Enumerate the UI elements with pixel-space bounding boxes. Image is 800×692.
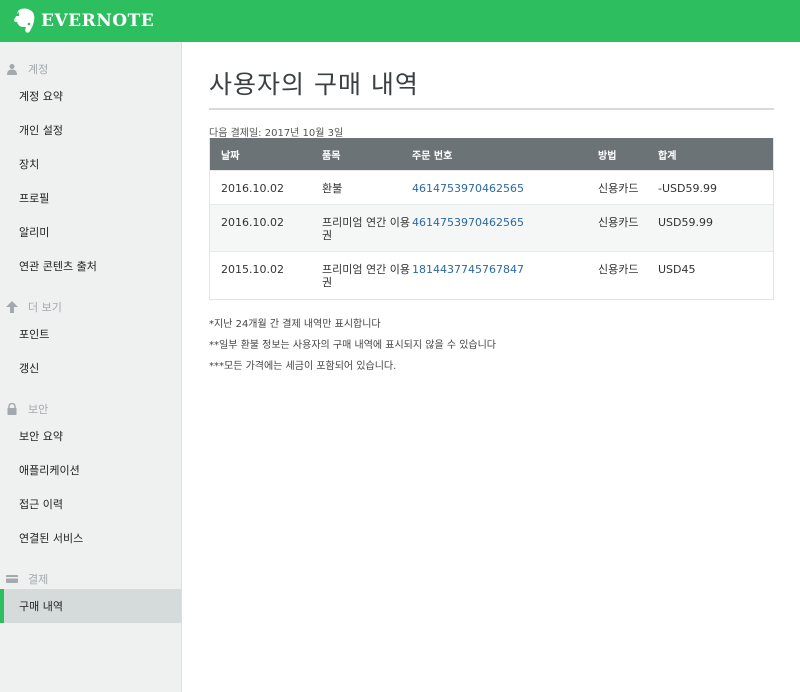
footnote: *지난 24개월 간 결제 내역만 표시합니다 <box>209 319 381 330</box>
cell-item: 프리미엄 연간 이용권 <box>322 263 410 289</box>
cell-order-number: 4614753970462565 <box>412 205 598 251</box>
footnotes: *지난 24개월 간 결제 내역만 표시합니다 **일부 환불 정보는 사용자의… <box>209 315 774 378</box>
cell-method: 신용카드 <box>598 263 639 276</box>
column-header-item: 품목 <box>322 150 341 162</box>
table-row: 2016.10.02 환불 4614753970462565 신용카드 -USD… <box>210 170 773 204</box>
cell-order-number: 1814437745767847 <box>412 252 598 299</box>
footnote: **일부 환불 정보는 사용자의 구매 내역에 표시되지 않을 수 있습니다 <box>209 340 497 351</box>
sidebar-item-personal-settings[interactable]: 개인 설정 <box>0 113 181 147</box>
page-title: 사용자의 구매 내역 <box>209 70 419 99</box>
sidebar-item-access-history[interactable]: 접근 이력 <box>0 487 181 521</box>
sidebar-item-renew[interactable]: 갱신 <box>0 351 181 385</box>
cell-total: USD59.99 <box>658 216 713 229</box>
cell-date: 2016.10.02 <box>221 216 284 229</box>
sidebar-item-purchase-history[interactable]: 구매 내역 <box>0 589 181 623</box>
purchase-table: 날짜 품목 주문 번호 방법 합계 2016.10.02 환불 46147539… <box>209 138 774 300</box>
cell-item: 환불 <box>322 182 343 195</box>
sidebar-section-security: 보안 <box>0 399 181 419</box>
sidebar-section-title: 보안 <box>28 403 49 416</box>
title-divider <box>209 108 774 110</box>
footnote: ***모든 가격에는 세금이 포함되어 있습니다. <box>209 361 397 372</box>
sidebar-section-account: 계정 <box>0 59 181 79</box>
sidebar-item-devices[interactable]: 장치 <box>0 147 181 181</box>
cell-date: 2016.10.02 <box>221 182 284 195</box>
cell-order-number: 4614753970462565 <box>412 171 598 204</box>
sidebar-item-security-summary[interactable]: 보안 요약 <box>0 419 181 453</box>
order-number-link[interactable]: 4614753970462565 <box>412 182 524 195</box>
column-header-date: 날짜 <box>221 150 240 162</box>
cell-total: -USD59.99 <box>658 182 717 195</box>
cell-method: 신용카드 <box>598 216 639 229</box>
elephant-logo-icon[interactable] <box>12 7 38 35</box>
sidebar-item-connected-services[interactable]: 연결된 서비스 <box>0 521 181 555</box>
table-row: 2016.10.02 프리미엄 연간 이용권 4614753970462565 … <box>210 204 773 251</box>
order-number-link[interactable]: 4614753970462565 <box>412 216 524 229</box>
sidebar-item-notifications[interactable]: 알리미 <box>0 215 181 249</box>
sidebar-section-title: 더 보기 <box>28 301 62 314</box>
sidebar-item-profile[interactable]: 프로필 <box>0 181 181 215</box>
sidebar-item-related-content[interactable]: 연관 콘텐츠 출처 <box>0 249 181 283</box>
cell-total: USD45 <box>658 263 696 276</box>
sidebar-section-more: 더 보기 <box>0 297 181 317</box>
main-content: 사용자의 구매 내역 다음 결제일: 2017년 10월 3일 날짜 품목 주문… <box>209 42 774 378</box>
table-header: 날짜 품목 주문 번호 방법 합계 <box>210 138 773 170</box>
sidebar-item-applications[interactable]: 애플리케이션 <box>0 453 181 487</box>
sidebar-section-title: 결제 <box>28 573 49 586</box>
upgrade-arrow-icon <box>6 301 18 313</box>
cell-method: 신용카드 <box>598 182 639 195</box>
sidebar-item-points[interactable]: 포인트 <box>0 317 181 351</box>
app-logo-text[interactable]: EVERNOTE <box>41 11 154 31</box>
sidebar: 계정 계정 요약 개인 설정 장치 프로필 알리미 연관 콘텐츠 출처 더 보기… <box>0 42 182 692</box>
sidebar-section-billing: 결제 <box>0 569 181 589</box>
user-icon <box>7 64 17 75</box>
column-header-order: 주문 번호 <box>412 150 453 162</box>
cell-item: 프리미엄 연간 이용권 <box>322 216 410 242</box>
sidebar-section-title: 계정 <box>28 63 49 76</box>
column-header-method: 방법 <box>598 150 617 162</box>
order-number-link[interactable]: 1814437745767847 <box>412 263 524 276</box>
sidebar-item-account-summary[interactable]: 계정 요약 <box>0 79 181 113</box>
credit-card-icon <box>6 575 18 583</box>
cell-date: 2015.10.02 <box>221 263 284 276</box>
top-bar: EVERNOTE <box>0 0 800 42</box>
next-payment-date: 다음 결제일: 2017년 10월 3일 <box>209 128 344 139</box>
lock-icon <box>7 403 17 415</box>
table-row: 2015.10.02 프리미엄 연간 이용권 1814437745767847 … <box>210 251 773 299</box>
column-header-total: 합계 <box>658 150 677 162</box>
